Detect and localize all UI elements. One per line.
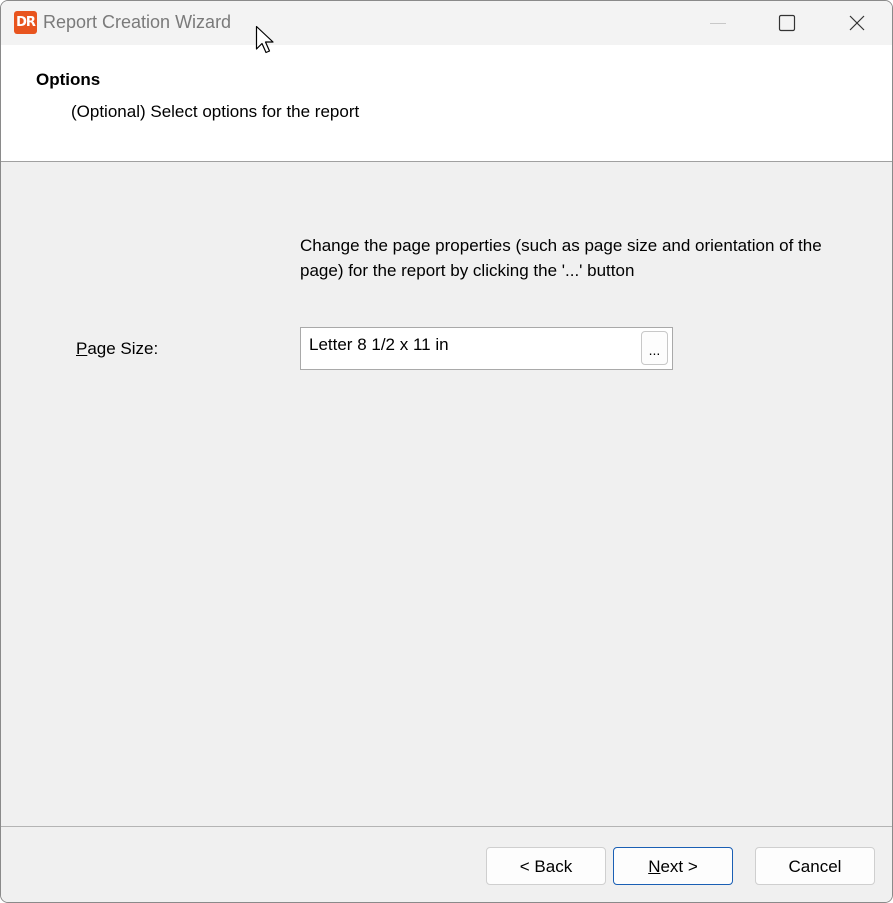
page-size-value: Letter 8 1/2 x 11 in — [309, 335, 449, 354]
wizard-content: Change the page properties (such as page… — [1, 162, 892, 826]
next-button[interactable]: Next > — [613, 847, 733, 885]
next-button-mnemonic: N — [648, 857, 661, 876]
close-icon — [849, 15, 865, 31]
page-size-field[interactable]: Letter 8 1/2 x 11 in ... — [300, 327, 673, 370]
page-subtitle: (Optional) Select options for the report — [71, 102, 360, 121]
close-button[interactable] — [822, 1, 892, 45]
back-button[interactable]: < Back — [486, 847, 606, 885]
report-creation-wizard-window: DR Report Creation Wizard Options (Optio… — [0, 0, 893, 903]
maximize-button[interactable] — [752, 1, 822, 45]
title-bar[interactable]: DR Report Creation Wizard — [1, 1, 892, 45]
page-size-label-text: age Size: — [87, 339, 159, 358]
instructions-text: Change the page properties (such as page… — [300, 236, 822, 280]
page-size-label-mnemonic: P — [76, 339, 88, 358]
wizard-header: Options (Optional) Select options for th… — [1, 45, 892, 162]
minimize-button[interactable] — [683, 1, 753, 45]
cancel-button[interactable]: Cancel — [755, 847, 875, 885]
wizard-footer: < Back Next > Cancel — [1, 826, 892, 902]
page-settings-browse-button[interactable]: ... — [641, 331, 668, 365]
app-logo-icon: DR — [14, 11, 37, 34]
page-size-label: Page Size: — [76, 339, 158, 359]
page-title: Options — [36, 70, 101, 89]
window-title: Report Creation Wizard — [43, 12, 232, 32]
next-button-text: ext > — [660, 857, 698, 876]
maximize-icon — [778, 14, 796, 32]
minimize-icon — [710, 23, 726, 24]
